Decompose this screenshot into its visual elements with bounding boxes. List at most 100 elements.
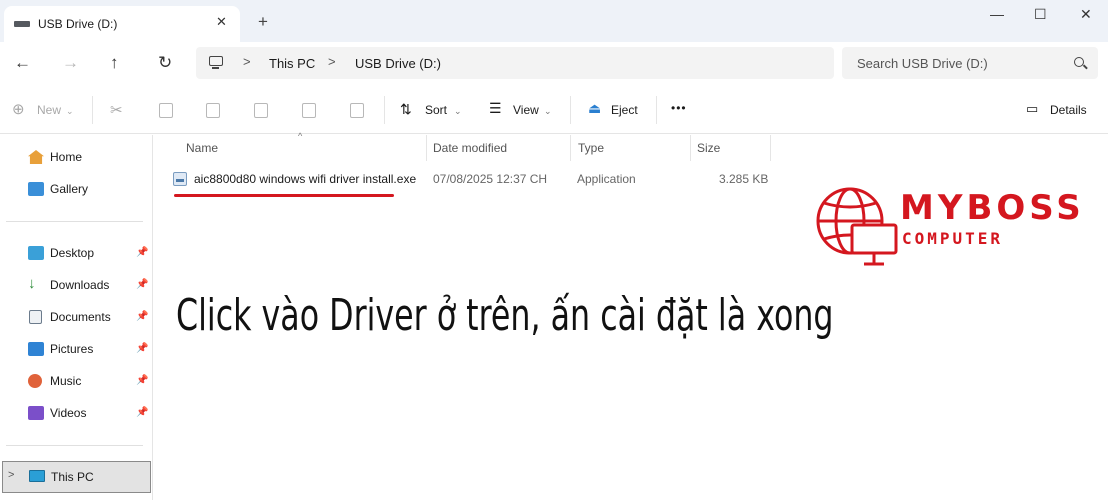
globe-computer-icon: [816, 187, 898, 266]
breadcrumb-separator: >: [328, 54, 336, 69]
sidebar-item-pictures[interactable]: Pictures 📌: [28, 339, 152, 361]
paste-icon[interactable]: [206, 103, 220, 118]
column-divider[interactable]: [770, 135, 771, 161]
sidebar-divider: [6, 445, 143, 446]
column-header-type[interactable]: Type: [578, 141, 604, 155]
sidebar-item-label: Pictures: [50, 342, 94, 356]
delete-icon[interactable]: [350, 103, 364, 118]
cut-icon[interactable]: ✂: [110, 101, 123, 119]
videos-icon: [28, 406, 44, 420]
column-divider[interactable]: [426, 135, 427, 161]
music-icon: [28, 374, 42, 388]
sidebar-item-label: Documents: [50, 310, 111, 324]
more-options-button[interactable]: •••: [671, 101, 687, 115]
copy-icon[interactable]: [159, 103, 173, 118]
chevron-right-icon[interactable]: >: [8, 469, 14, 481]
desktop-icon: [28, 246, 44, 260]
sidebar-item-label: Music: [50, 374, 82, 388]
column-divider[interactable]: [690, 135, 691, 161]
sidebar-item-downloads[interactable]: ↓ Downloads 📌: [28, 275, 152, 297]
sidebar-item-desktop[interactable]: Desktop 📌: [28, 243, 152, 265]
computer-icon: [209, 56, 223, 69]
logo-wordmark: MYBOSS: [900, 188, 1085, 228]
column-header-name[interactable]: Name: [186, 141, 218, 155]
navigation-pane: Home Gallery Desktop 📌 ↓ Downloads 📌 Doc…: [0, 135, 153, 500]
up-button[interactable]: ↑: [110, 54, 119, 72]
search-icon: [1074, 57, 1084, 67]
highlight-underline: [174, 194, 394, 197]
instruction-text: Click vào Driver ở trên, ấn cài đặt là x…: [176, 290, 834, 341]
rename-icon[interactable]: [254, 103, 268, 118]
new-tab-button[interactable]: +: [258, 13, 268, 30]
file-date-modified: 07/08/2025 12:37 CH: [433, 172, 548, 186]
pin-icon: 📌: [136, 343, 149, 354]
forward-button[interactable]: →: [62, 54, 79, 72]
pin-icon: 📌: [136, 247, 149, 258]
file-type: Application: [577, 172, 636, 186]
tab-title: USB Drive (D:): [38, 17, 118, 31]
chevron-down-icon: ⌄: [544, 106, 552, 116]
refresh-button[interactable]: ↻: [158, 54, 172, 72]
eject-button[interactable]: Eject: [611, 103, 638, 117]
breadcrumb-usb-drive[interactable]: USB Drive (D:): [355, 56, 441, 71]
sidebar-item-videos[interactable]: Videos 📌: [28, 403, 152, 425]
breadcrumb-separator: >: [243, 54, 251, 69]
pin-icon: 📌: [136, 407, 149, 418]
sidebar-item-this-pc[interactable]: > This PC: [2, 461, 151, 493]
download-icon: ↓: [28, 275, 36, 292]
minimize-button[interactable]: —: [990, 6, 1004, 22]
breadcrumb-this-pc[interactable]: This PC: [269, 56, 315, 71]
navigation-bar: ← → ↑ ↻ > This PC > USB Drive (D:) Searc…: [0, 42, 1108, 86]
title-bar: USB Drive (D:) ✕ + — ☐ ✕: [0, 0, 1108, 42]
sidebar-item-gallery[interactable]: Gallery: [28, 179, 152, 201]
pin-icon: 📌: [136, 311, 149, 322]
close-window-button[interactable]: ✕: [1080, 6, 1092, 23]
file-size: 3.285 KB: [719, 172, 769, 186]
address-bar[interactable]: > This PC > USB Drive (D:): [196, 47, 834, 79]
search-input[interactable]: Search USB Drive (D:): [857, 56, 988, 71]
sidebar-item-label: Home: [50, 150, 83, 164]
sidebar-item-label: Videos: [50, 406, 87, 420]
command-bar: ⊕ New ⌄ ✂ ⇅ Sort ⌄ ☰ View ⌄ ⏏ Eject ••• …: [0, 86, 1108, 134]
sidebar-item-music[interactable]: Music 📌: [28, 371, 152, 393]
sort-icon: ⇅: [400, 101, 412, 117]
sidebar-item-label: Gallery: [50, 182, 89, 196]
details-pane-icon: ▭: [1026, 101, 1039, 116]
home-icon: [28, 150, 44, 164]
sidebar-item-label: This PC: [51, 470, 94, 484]
search-box[interactable]: Search USB Drive (D:): [842, 47, 1098, 79]
logo-tagline: COMPUTER: [902, 229, 1004, 248]
toolbar-divider: [92, 96, 93, 124]
usb-drive-icon: [14, 21, 30, 27]
column-header-date-modified[interactable]: Date modified: [433, 141, 507, 155]
view-icon: ☰: [489, 100, 502, 116]
column-header-size[interactable]: Size: [697, 141, 720, 155]
tab-usb-drive[interactable]: USB Drive (D:) ✕: [4, 6, 240, 42]
toolbar-divider: [570, 96, 571, 124]
maximize-button[interactable]: ☐: [1034, 6, 1047, 23]
file-name[interactable]: aic8800d80 windows wifi driver install.e…: [194, 172, 416, 186]
chevron-down-icon: ⌄: [66, 106, 74, 116]
chevron-down-icon: ⌄: [454, 106, 462, 116]
gallery-icon: [28, 182, 44, 196]
tab-close-button[interactable]: ✕: [216, 14, 227, 30]
details-button[interactable]: Details: [1050, 103, 1087, 117]
this-pc-icon: [29, 470, 45, 482]
eject-icon: ⏏: [588, 100, 602, 116]
sidebar-item-label: Desktop: [50, 246, 95, 260]
sidebar-item-home[interactable]: Home: [28, 147, 152, 169]
application-file-icon: [173, 172, 187, 186]
toolbar-divider: [384, 96, 385, 124]
sidebar-divider: [6, 221, 143, 222]
column-divider[interactable]: [570, 135, 571, 161]
sort-indicator-icon: ^: [298, 131, 303, 141]
new-button[interactable]: New: [37, 103, 61, 117]
share-icon[interactable]: [302, 103, 316, 118]
back-button[interactable]: ←: [14, 54, 31, 72]
view-button[interactable]: View: [513, 103, 539, 117]
sidebar-item-documents[interactable]: Documents 📌: [28, 307, 152, 329]
new-plus-icon: ⊕: [12, 101, 25, 118]
pin-icon: 📌: [136, 279, 149, 290]
sort-button[interactable]: Sort: [425, 103, 447, 117]
pin-icon: 📌: [136, 375, 149, 386]
